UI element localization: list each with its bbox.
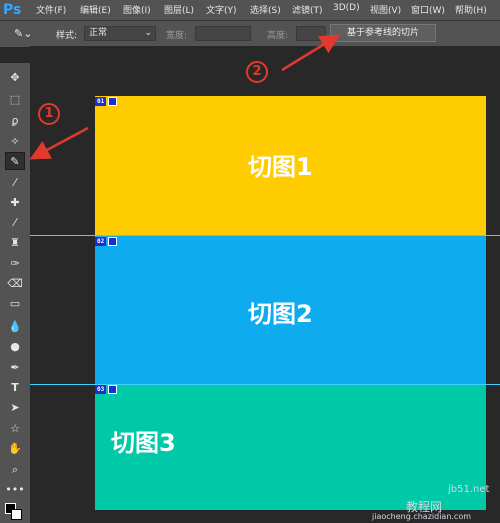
watermark-site: jb51.net bbox=[448, 484, 490, 495]
annotation-arrows bbox=[29, 34, 341, 160]
arrow-to-slices-button bbox=[281, 34, 341, 72]
arrow-to-slice-tool bbox=[29, 126, 89, 160]
watermark-url: jiaocheng.chazidian.com bbox=[372, 512, 472, 521]
